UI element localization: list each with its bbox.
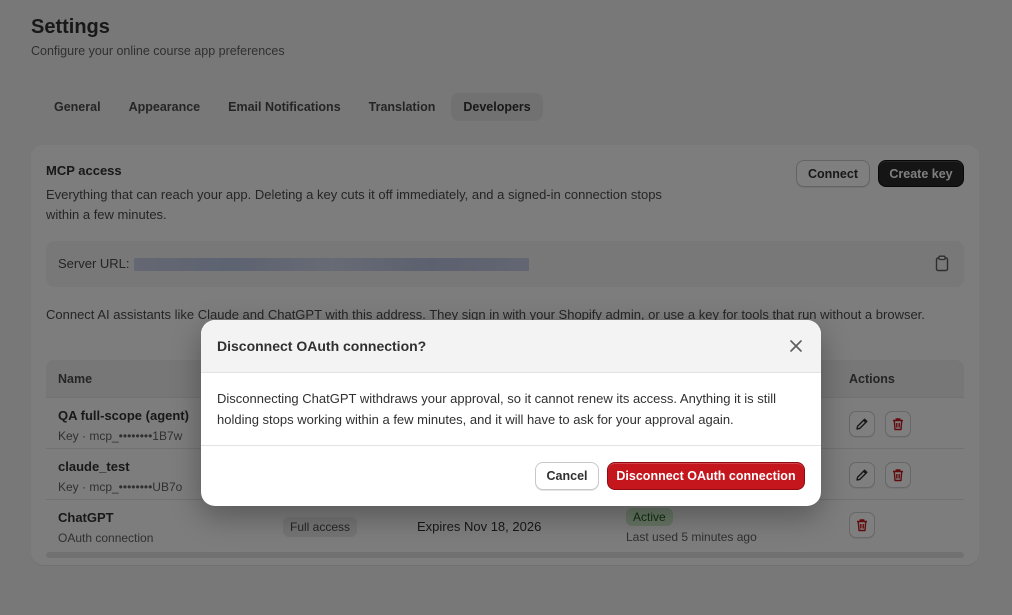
disconnect-dialog: Disconnect OAuth connection? Disconnecti… (201, 320, 821, 506)
dialog-title: Disconnect OAuth connection? (217, 338, 427, 354)
disconnect-oauth-button[interactable]: Disconnect OAuth connection (607, 462, 805, 490)
close-icon[interactable] (789, 339, 803, 353)
dialog-header: Disconnect OAuth connection? (201, 320, 821, 373)
dialog-body: Disconnecting ChatGPT withdraws your app… (217, 391, 777, 427)
cancel-button[interactable]: Cancel (535, 462, 599, 490)
dialog-footer: Cancel Disconnect OAuth connection (201, 445, 821, 506)
modal-backdrop[interactable] (0, 0, 1012, 615)
